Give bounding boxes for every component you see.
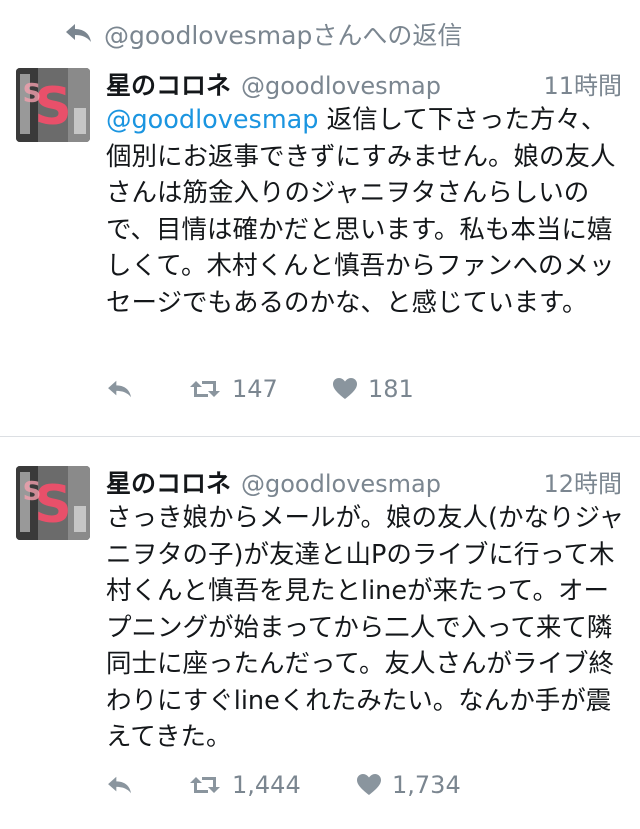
reply-context-text: @goodlovesmapさんへの返信: [104, 21, 463, 50]
reply-icon: [108, 776, 131, 794]
like-count: 1,734: [392, 771, 461, 799]
retweet-icon: [190, 777, 220, 793]
heart-icon: [357, 774, 381, 795]
tweet-text: @goodlovesmap 返信して下さった方々、個別にお返事できずにすみません…: [106, 102, 631, 321]
retweet-button[interactable]: 1,444: [188, 767, 301, 803]
user-handle[interactable]: @goodlovesmap: [241, 72, 441, 100]
like-count: 181: [368, 375, 414, 403]
reply-icon: [66, 24, 91, 42]
display-name[interactable]: 星のコロネ: [106, 469, 231, 498]
avatar[interactable]: S S: [16, 68, 90, 142]
display-name[interactable]: 星のコロネ: [106, 71, 231, 100]
tweet-actions: 147 181: [106, 371, 606, 407]
avatar[interactable]: S S: [16, 466, 90, 540]
retweet-icon: [190, 381, 220, 397]
retweet-button[interactable]: 147: [188, 371, 278, 407]
timestamp[interactable]: 12時間: [543, 464, 622, 499]
retweet-count: 147: [232, 375, 278, 403]
reply-context-header[interactable]: @goodlovesmapさんへの返信: [0, 0, 640, 62]
heart-icon: [333, 378, 357, 399]
retweet-count: 1,444: [232, 771, 301, 799]
svg-text:S: S: [23, 477, 42, 507]
tweet-header: 星のコロネ @goodlovesmap 11時間: [106, 66, 626, 100]
like-button[interactable]: 181: [332, 371, 414, 407]
reply-button[interactable]: [106, 371, 134, 407]
svg-text:S: S: [23, 79, 42, 109]
tweet-text-body: さっき娘からメールが。娘の友人(かなりジャニヲタの子)が友達と山Pのライブに行っ…: [106, 503, 625, 752]
tweet-text-body: 返信して下さった方々、個別にお返事できずにすみません。娘の友人さんは筋金入りのジ…: [106, 105, 616, 318]
tweet-actions: 1,444 1,734: [106, 767, 606, 803]
timestamp[interactable]: 11時間: [543, 66, 622, 101]
like-button[interactable]: 1,734: [356, 767, 461, 803]
tweet-text: さっき娘からメールが。娘の友人(かなりジャニヲタの子)が友達と山Pのライブに行っ…: [106, 500, 631, 756]
mention-link[interactable]: @goodlovesmap: [106, 105, 318, 135]
divider: [0, 436, 640, 437]
reply-button[interactable]: [106, 767, 134, 803]
tweet-header: 星のコロネ @goodlovesmap 12時間: [106, 464, 626, 498]
user-handle[interactable]: @goodlovesmap: [241, 470, 441, 498]
reply-icon: [108, 380, 131, 398]
